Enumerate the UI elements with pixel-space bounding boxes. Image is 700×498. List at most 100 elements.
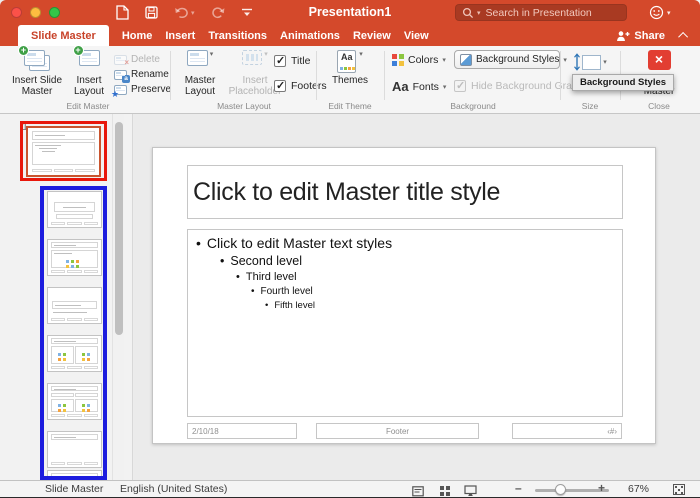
tab-view[interactable]: View [404,25,429,46]
layout-thumbnail-section-header[interactable] [47,287,102,324]
layout-thumbnail-title-and-content[interactable] [47,239,102,276]
zoom-in-button[interactable]: + [598,481,605,495]
footer-placeholder[interactable]: Footer [316,423,479,439]
content-placeholder-icons [58,358,66,361]
status-bar: Slide Master English (United States) – +… [0,480,700,497]
bullet-level-2: Second level [220,253,622,270]
thumb-subtitle-box [56,214,93,219]
thumb-footer-boxes [51,462,98,465]
search-placeholder: Search in Presentation [485,6,592,19]
slide-size-caret[interactable]: ▾ [603,58,607,66]
feedback-button[interactable]: ▾ [649,5,671,20]
zoom-out-button[interactable]: – [515,481,522,495]
red-x-badge: × [124,57,129,67]
search-box[interactable]: ▾ Search in Presentation [455,4,627,21]
preserve-button[interactable]: ★ Preserve [111,82,171,99]
tab-transitions[interactable]: Transitions [208,25,267,46]
tab-home[interactable]: Home [122,25,153,46]
background-styles-icon [460,53,472,66]
feedback-caret[interactable]: ▾ [667,9,671,17]
content-placeholder-icons [58,353,66,356]
group-master-layout: ▾ Master Layout ▾ Insert Placeholder Tit… [174,46,327,114]
date-placeholder[interactable]: 2/10/18 [187,423,297,439]
tab-slide-master[interactable]: Slide Master [18,25,109,46]
group-label-edit-master: Edit Master [66,101,110,111]
layout-thumbnail-two-content[interactable] [47,335,102,372]
slide-number-placeholder[interactable]: ‹#› [512,423,622,439]
zoom-slider-handle[interactable] [555,484,566,495]
thumb-title-box [51,473,98,479]
themes-icon: Aa [337,50,357,73]
bullet-glyph [236,270,246,285]
group-separator [316,51,317,100]
group-label-edit-theme: Edit Theme [328,101,372,111]
delete-button[interactable]: × Delete [114,52,171,67]
thumb-content-box [51,250,98,268]
fonts-icon: Aa [392,79,409,94]
bullet-level-1: Click to edit Master text styles [196,234,622,253]
layout-thumbnail-comparison[interactable] [47,383,102,420]
content-placeholder-icons [58,404,66,407]
bullet-glyph [251,285,261,299]
colors-icon [392,54,404,66]
layout-thumbnail-title-slide[interactable] [47,191,102,228]
thumb-footer-boxes [51,414,98,417]
tab-insert[interactable]: Insert [165,25,195,46]
normal-view-button[interactable] [412,484,424,497]
group-label-background: Background [450,101,496,111]
collapse-ribbon-button[interactable] [678,31,689,42]
green-plus-badge: + [72,45,84,56]
thumb-content-box [51,399,74,412]
master-layout-caret[interactable]: ▾ [210,50,214,58]
slide-sorter-view-button[interactable] [440,486,450,496]
tab-animations[interactable]: Animations [280,25,340,46]
thumb-content-box [75,399,98,412]
fit-slide-to-window-button[interactable] [673,484,685,495]
checkbox-checked-icon [274,79,286,92]
insert-layout-button[interactable]: + Insert Layout [68,45,110,97]
content-placeholder-icons [58,409,66,412]
insert-placeholder-icon [242,50,263,65]
tab-review[interactable]: Review [353,25,391,46]
fonts-caret[interactable]: ▾ [443,83,447,91]
slideshow-view-button[interactable] [464,484,477,497]
colors-caret[interactable]: ▾ [442,56,446,64]
master-slide-thumbnail[interactable] [26,126,101,177]
search-scope-caret[interactable]: ▾ [477,9,481,17]
thumb-title-box [51,386,98,391]
slide-number-text: ‹#› [607,426,617,436]
thumb-header-box [51,393,74,397]
group-label-master-layout: Master Layout [217,101,271,111]
group-label-close: Close [648,101,670,111]
insert-slide-master-button[interactable]: + Insert Slide Master [8,45,66,97]
fonts-button[interactable]: Aa Fonts ▾ [392,80,446,93]
titlebar: ▾ Presentation1 ▾ Search in Presentation… [0,0,700,25]
zoom-percent-label[interactable]: 67% [628,483,649,495]
master-title-text: Click to edit Master title style [193,177,501,206]
share-label: Share [634,29,665,42]
title-placeholder[interactable]: Click to edit Master title style [187,165,623,219]
blue-pin-badge: ★ [111,88,120,99]
search-icon [462,7,474,18]
bullet-glyph [265,299,274,312]
bullet-level-4: Fourth level [251,285,622,299]
scrollbar-thumb[interactable] [115,122,123,335]
title-checkbox[interactable]: Title [274,54,310,67]
body-placeholder[interactable]: Click to edit Master text styles Second … [187,229,623,417]
colors-button[interactable]: Colors ▾ [392,54,446,66]
master-layout-icon [186,50,208,66]
delete-icon: × [114,54,129,67]
themes-button[interactable]: Aa ▾ Themes [324,50,376,87]
layout-thumbnail-title-only[interactable] [47,431,102,468]
language-label[interactable]: English (United States) [120,483,227,495]
themes-caret[interactable]: ▾ [359,50,363,58]
rename-button[interactable]: a Rename [114,67,171,83]
background-styles-button[interactable]: Background Styles ▾ [454,50,567,69]
thumb-footer-boxes [51,318,98,321]
thumb-title-box [54,202,95,212]
share-button[interactable]: Share [616,30,665,42]
thumbnail-scrollbar[interactable] [112,114,124,480]
master-layout-button[interactable]: ▾ Master Layout [176,50,224,97]
share-person-icon [617,30,630,41]
thumb-body-box [32,142,95,165]
